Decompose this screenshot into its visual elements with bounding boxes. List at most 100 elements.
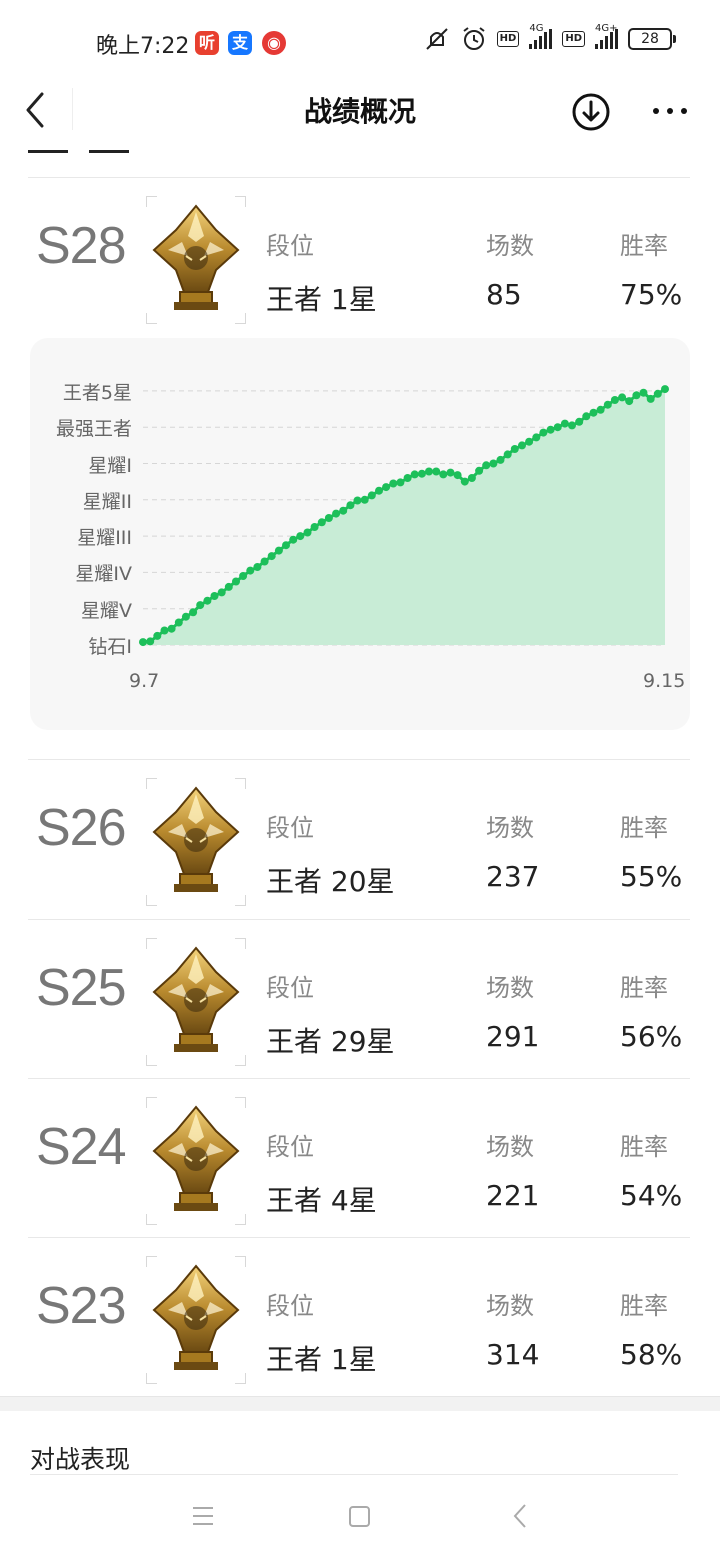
winrate-label: 胜率: [620, 1292, 668, 1320]
data-point: [174, 618, 183, 627]
data-point: [146, 637, 155, 646]
tier-value: 王者 20星: [266, 865, 395, 898]
winrate-label: 胜率: [620, 974, 668, 1002]
data-point: [324, 514, 333, 522]
season-row-s24[interactable]: S24 段位 王者 4星 场数 221 胜率 54%: [28, 1081, 690, 1241]
tier-value: 王者 4星: [266, 1184, 377, 1217]
king-rank-badge-icon: [152, 786, 240, 892]
season-row-s25[interactable]: S25 段位 王者 29星 场数 291 胜率 56%: [28, 922, 690, 1082]
data-point: [282, 541, 290, 550]
x-tick-start: 9.7: [129, 670, 160, 692]
data-point: [396, 478, 405, 487]
data-point: [232, 577, 240, 586]
back-triangle-icon[interactable]: [513, 1504, 526, 1528]
tier-value: 王者 1星: [266, 1343, 377, 1376]
winrate-value: 54%: [620, 1179, 683, 1212]
data-point: [632, 391, 641, 400]
rank-badge: [146, 938, 246, 1066]
data-point: [503, 450, 512, 459]
data-point: [496, 455, 505, 464]
data-point: [203, 596, 212, 605]
data-point: [475, 466, 484, 475]
season-code: S26: [36, 799, 127, 857]
data-point: [296, 532, 305, 541]
king-rank-badge-icon: [152, 1264, 240, 1370]
rank-badge: [146, 1097, 246, 1225]
data-point: [568, 421, 576, 430]
data-point: [525, 437, 534, 446]
games-value: 237: [486, 860, 540, 893]
data-point: [375, 486, 383, 495]
data-point: [575, 417, 584, 426]
data-point: [510, 445, 519, 453]
games-label: 场数: [486, 814, 534, 842]
data-point: [625, 397, 634, 406]
divider: [28, 919, 690, 920]
data-point: [196, 601, 205, 610]
data-point: [253, 563, 262, 571]
data-point: [639, 388, 648, 397]
data-point: [224, 582, 233, 591]
data-point: [267, 552, 276, 561]
data-point: [653, 389, 662, 398]
data-point: [589, 408, 598, 417]
data-point: [360, 495, 369, 504]
divider: [28, 1078, 690, 1079]
tier-label: 段位: [266, 814, 314, 842]
data-point: [303, 528, 312, 537]
data-point: [346, 501, 355, 510]
data-point: [618, 393, 627, 402]
data-point: [446, 468, 455, 477]
tier-label: 段位: [266, 974, 314, 1002]
data-point: [539, 428, 548, 437]
home-square-icon[interactable]: [349, 1506, 370, 1527]
winrate-value: 58%: [620, 1338, 683, 1371]
season-code: S24: [36, 1118, 127, 1176]
data-point: [217, 588, 226, 597]
king-rank-badge-icon: [152, 1105, 240, 1211]
data-point: [661, 385, 669, 394]
data-point: [553, 423, 562, 432]
data-point: [181, 612, 190, 621]
data-point: [532, 433, 541, 442]
data-point: [239, 572, 248, 580]
divider: [30, 1474, 678, 1475]
data-point: [546, 425, 555, 434]
data-point: [410, 470, 419, 479]
data-point: [417, 469, 426, 478]
system-nav-bar: [193, 1504, 526, 1528]
data-point: [646, 394, 655, 403]
data-point: [317, 518, 326, 527]
data-point: [560, 419, 569, 428]
rank-badge: [146, 1256, 246, 1384]
tier-value: 王者 29星: [266, 1025, 395, 1058]
menu-icon[interactable]: [193, 1507, 213, 1525]
data-point: [153, 631, 162, 640]
data-point: [453, 471, 462, 480]
data-point: [189, 608, 198, 617]
rank-badge: [146, 778, 246, 906]
season-row-s23[interactable]: S23 段位 王者 1星 场数 314 胜率 58%: [28, 1240, 690, 1400]
rank-trend-chart: [139, 385, 669, 647]
data-point: [403, 474, 412, 482]
data-point: [353, 496, 362, 505]
data-point: [246, 566, 255, 575]
season-code: S23: [36, 1277, 127, 1335]
data-point: [610, 396, 619, 404]
data-point: [489, 459, 498, 468]
data-point: [160, 626, 169, 635]
data-point: [210, 592, 219, 600]
winrate-label: 胜率: [620, 814, 668, 842]
data-point: [274, 546, 283, 555]
data-point: [382, 483, 391, 492]
data-point: [518, 441, 526, 450]
data-point: [389, 479, 398, 488]
games-label: 场数: [486, 1133, 534, 1161]
data-point: [339, 506, 348, 515]
winrate-value: 56%: [620, 1020, 683, 1053]
data-point: [603, 400, 612, 409]
games-value: 221: [486, 1179, 540, 1212]
games-value: 314: [486, 1338, 540, 1371]
games-value: 291: [486, 1020, 540, 1053]
season-row-s26[interactable]: S26 段位 王者 20星 场数 237 胜率 55%: [28, 762, 690, 922]
